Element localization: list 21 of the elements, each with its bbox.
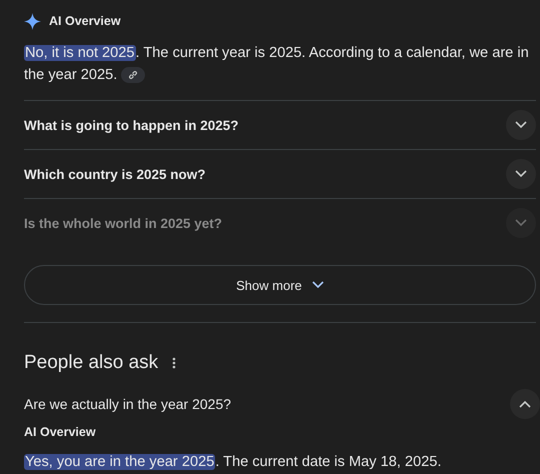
sparkle-icon [24,12,41,30]
chevron-down-icon [312,281,324,289]
answer-text: No, it is not 2025. The current year is 2025. According to a calendar, we are in the year 2025. [24,44,530,86]
question-text[interactable]: What is going to happen in 2025? [24,118,239,132]
question-text[interactable]: Is the whole world in 2025 yet? [24,216,222,230]
expand-button[interactable] [506,110,536,140]
chevron-down-icon [515,219,527,227]
collapse-button[interactable] [510,389,540,419]
link-icon[interactable] [121,67,146,84]
more-options-icon[interactable] [172,357,176,369]
chevron-up-icon [519,400,531,408]
show-more-button[interactable]: Show more [24,265,536,305]
section-title: People also ask [24,352,158,374]
chevron-down-icon [515,170,527,178]
ai-overview-label: AI Overview [49,14,121,28]
chevron-down-icon [515,121,527,129]
answer-text: Yes, you are in the year 2025. The current date is May 18, 2025. [24,453,442,472]
question-text[interactable]: Are we actually in the year 2025? [24,396,232,412]
question-text[interactable]: Which country is 2025 now? [24,166,206,182]
ai-overview-label: AI Overview [24,425,97,441]
expand-button[interactable] [506,159,536,189]
